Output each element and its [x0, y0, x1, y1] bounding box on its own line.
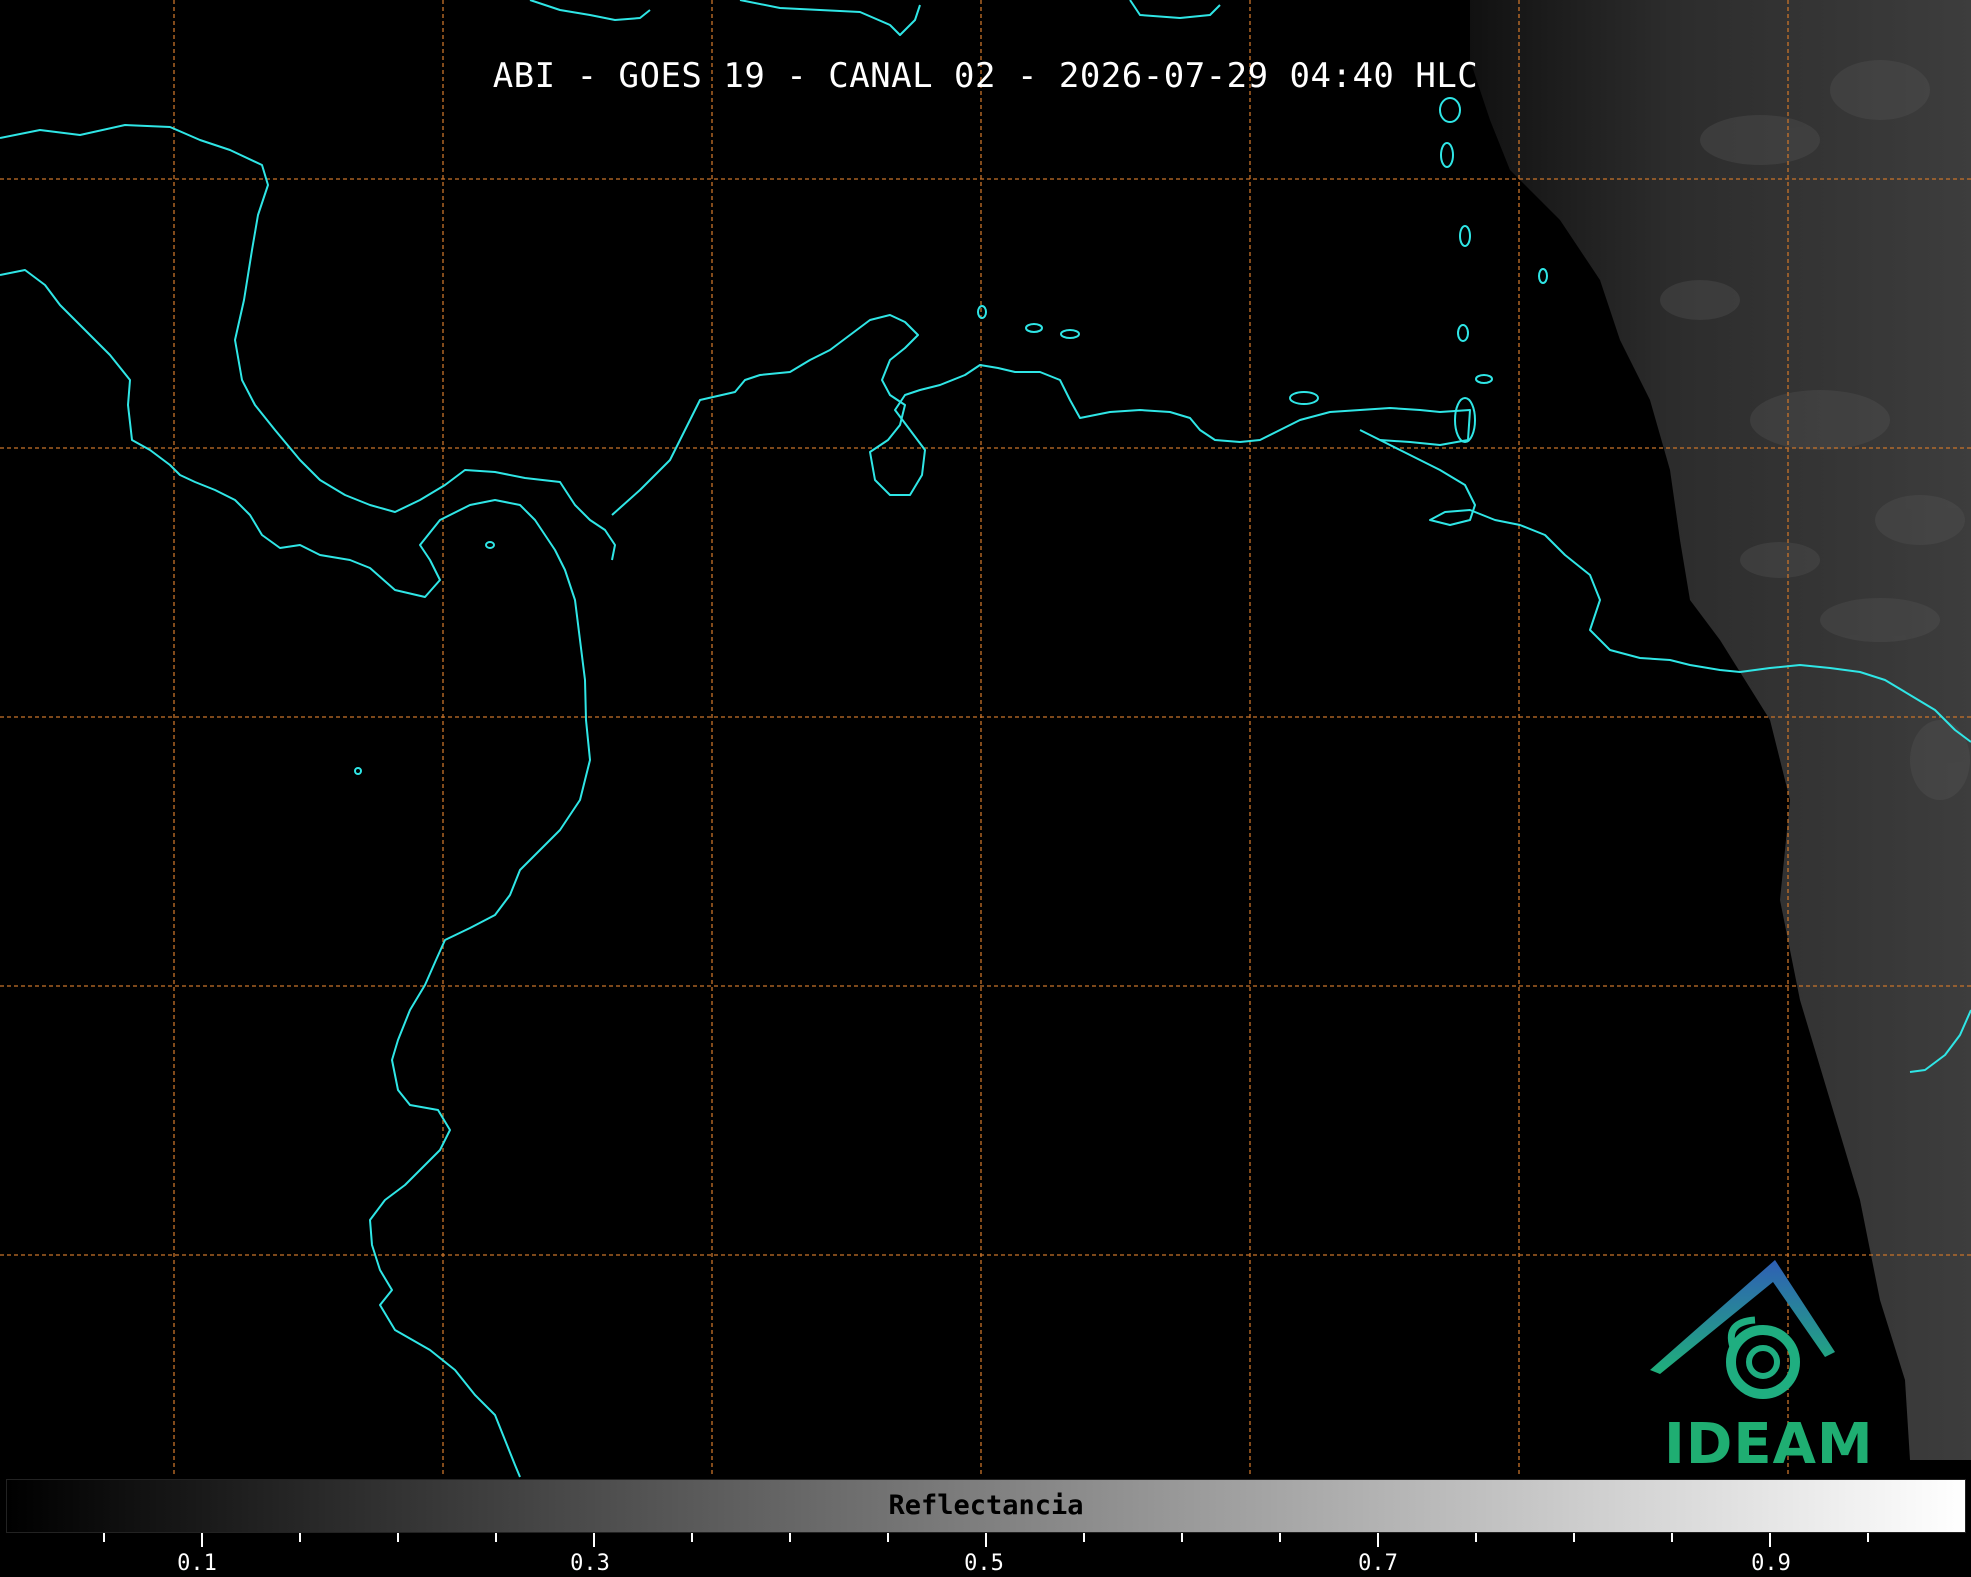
colorbar-ticks	[103, 1533, 1869, 1547]
logo-roof-icon	[1650, 1260, 1835, 1374]
colorbar-tick-label: 0.7	[1358, 1551, 1398, 1576]
colorbar-tick-label: 0.1	[177, 1551, 217, 1576]
colorbar-tick-label: 0.9	[1751, 1551, 1791, 1576]
colorbar-label: Reflectancia	[888, 1490, 1084, 1521]
ideam-logo	[1650, 1260, 1835, 1399]
map-title: ABI - GOES 19 - CANAL 02 - 2026-07-29 04…	[492, 56, 1479, 96]
logo-text: IDEAM	[1664, 1412, 1874, 1477]
colorbar-tick-label: 0.3	[570, 1551, 610, 1576]
colorbar-tick-label: 0.5	[964, 1551, 1004, 1576]
logo-swirl-icon	[1726, 1325, 1800, 1399]
